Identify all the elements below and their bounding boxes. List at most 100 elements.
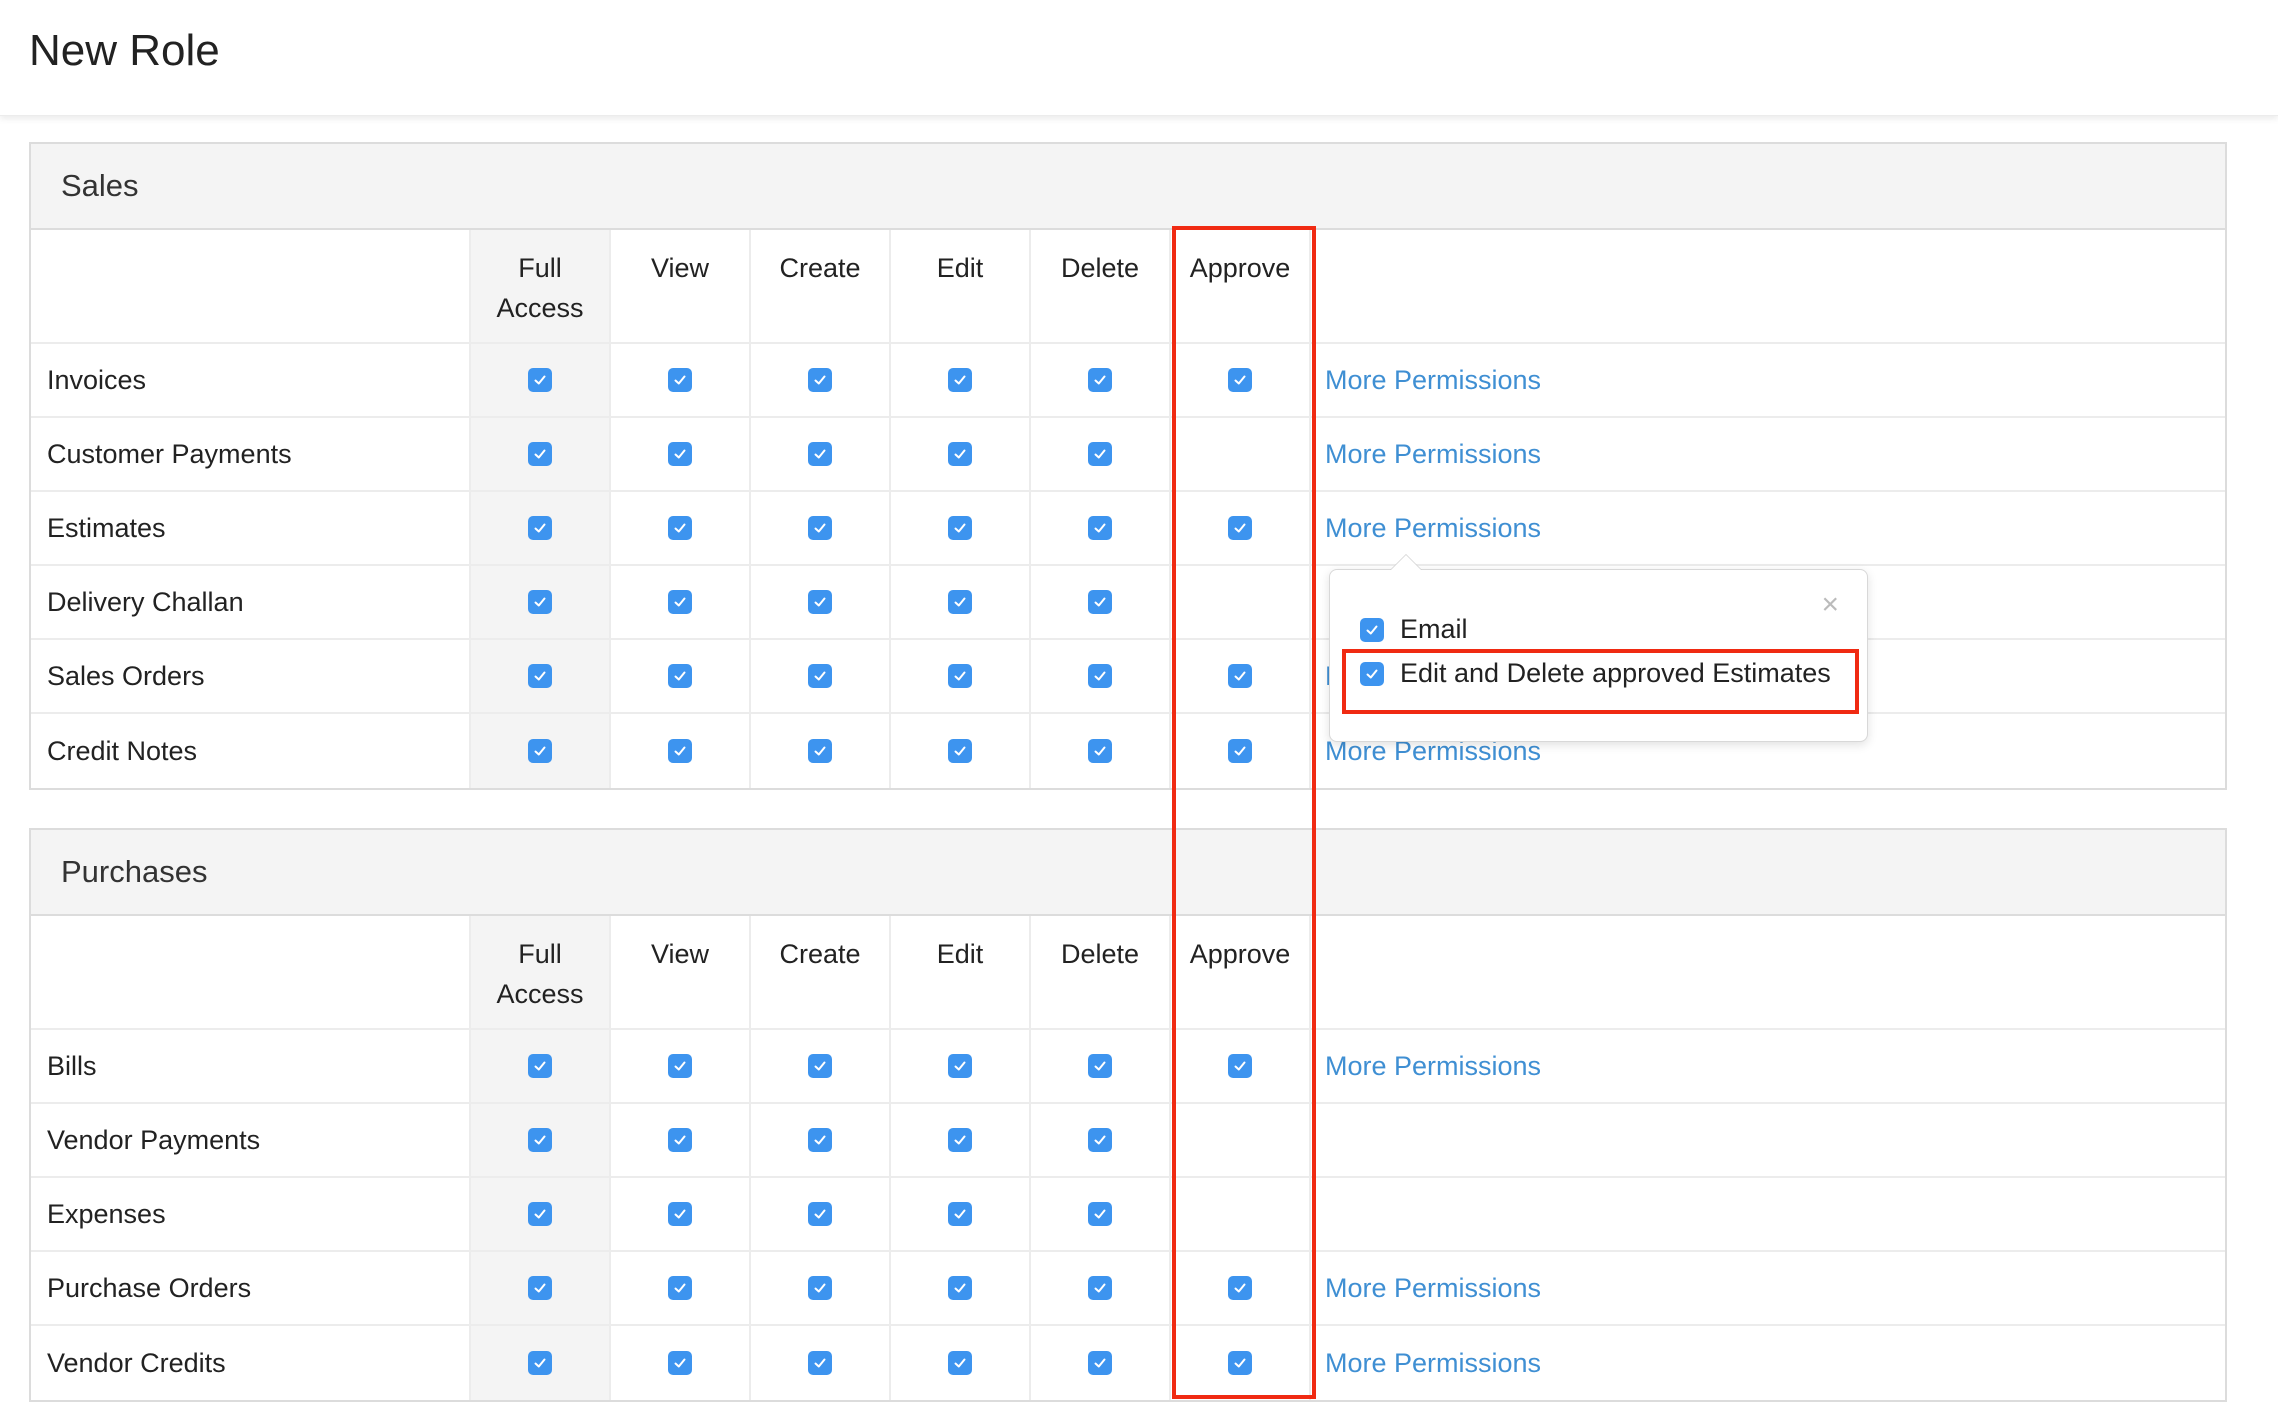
checkbox-full-access[interactable]	[528, 1128, 552, 1152]
close-icon[interactable]: ×	[1821, 590, 1839, 620]
checkbox-full-access[interactable]	[528, 1351, 552, 1375]
checkbox-edit[interactable]	[948, 1054, 972, 1078]
checkbox-edit[interactable]	[948, 590, 972, 614]
more-permissions-link[interactable]: More Permissions	[1325, 1273, 1541, 1304]
checkbox-approve[interactable]	[1228, 516, 1252, 540]
option-edit-delete-approved[interactable]: Edit and Delete approved Estimates	[1360, 658, 1831, 689]
checkbox-delete[interactable]	[1088, 664, 1112, 688]
checkbox-view[interactable]	[668, 1128, 692, 1152]
checkbox-full-access[interactable]	[528, 664, 552, 688]
check-icon	[674, 746, 686, 756]
more-permissions-link[interactable]: More Permissions	[1325, 513, 1541, 544]
checkbox-create[interactable]	[808, 368, 832, 392]
more-permissions-link[interactable]: More Permissions	[1325, 1348, 1541, 1379]
more-cell	[1311, 1178, 2225, 1250]
checkbox-view[interactable]	[668, 1276, 692, 1300]
option-email[interactable]: Email	[1360, 614, 1468, 645]
checkbox-delete[interactable]	[1088, 1128, 1112, 1152]
checkbox-create[interactable]	[808, 590, 832, 614]
checkbox-delete[interactable]	[1088, 1054, 1112, 1078]
check-icon	[1234, 671, 1246, 681]
check-icon	[1094, 449, 1106, 459]
checkbox-create[interactable]	[808, 1128, 832, 1152]
checkbox-view[interactable]	[668, 739, 692, 763]
purchases-section: Purchases Full Access View Create Edit Delete…	[29, 828, 2227, 1402]
check-icon	[1094, 671, 1106, 681]
permissions-grid: Full Access View Create Edit Delete Approve Bil…	[31, 916, 2225, 1400]
checkbox-view[interactable]	[668, 1202, 692, 1226]
checkbox-edit[interactable]	[948, 368, 972, 392]
checkbox-delete[interactable]	[1088, 516, 1112, 540]
checkbox-create[interactable]	[808, 1351, 832, 1375]
more-cell: More Permissions	[1311, 344, 2225, 416]
checkbox-full-access[interactable]	[528, 368, 552, 392]
checkbox-delete[interactable]	[1088, 368, 1112, 392]
checkbox-create[interactable]	[808, 1054, 832, 1078]
checkbox-full-access[interactable]	[528, 739, 552, 763]
permission-row-expenses: Expenses	[31, 1178, 2225, 1252]
checkbox-edit[interactable]	[948, 664, 972, 688]
cell-edit	[891, 492, 1031, 564]
cell-view	[611, 640, 751, 712]
checkbox-edit[interactable]	[948, 1351, 972, 1375]
more-permissions-link[interactable]: More Permissions	[1325, 1051, 1541, 1082]
column-header-create: Create	[751, 230, 891, 342]
checkbox-full-access[interactable]	[528, 1202, 552, 1226]
cell-view	[611, 492, 751, 564]
checkbox-create[interactable]	[808, 1202, 832, 1226]
check-icon	[1094, 1358, 1106, 1368]
more-permissions-link[interactable]: More Permissions	[1325, 365, 1541, 396]
checkbox-approve[interactable]	[1228, 1276, 1252, 1300]
checkbox-create[interactable]	[808, 739, 832, 763]
more-permissions-link[interactable]: More Permissions	[1325, 439, 1541, 470]
checkbox-create[interactable]	[808, 442, 832, 466]
checkbox-full-access[interactable]	[528, 1276, 552, 1300]
checkbox-full-access[interactable]	[528, 442, 552, 466]
checkbox-view[interactable]	[668, 590, 692, 614]
cell-approve	[1171, 418, 1311, 490]
checkbox-approve[interactable]	[1228, 1351, 1252, 1375]
checkbox-delete[interactable]	[1088, 739, 1112, 763]
checkbox-approve[interactable]	[1228, 368, 1252, 392]
check-icon	[534, 597, 546, 607]
checkbox-approve[interactable]	[1228, 1054, 1252, 1078]
checkbox-view[interactable]	[668, 442, 692, 466]
module-label: Purchase Orders	[31, 1252, 471, 1324]
checkbox-full-access[interactable]	[528, 1054, 552, 1078]
checkbox-full-access[interactable]	[528, 516, 552, 540]
checkbox-view[interactable]	[668, 1054, 692, 1078]
checkbox-create[interactable]	[808, 664, 832, 688]
cell-approve	[1171, 344, 1311, 416]
module-label: Bills	[31, 1030, 471, 1102]
checkbox-create[interactable]	[808, 1276, 832, 1300]
checkbox-delete[interactable]	[1088, 442, 1112, 466]
page-header: New Role	[0, 0, 2278, 116]
check-icon	[1234, 1061, 1246, 1071]
checkbox-checked-icon[interactable]	[1360, 617, 1384, 642]
checkbox-full-access[interactable]	[528, 590, 552, 614]
checkbox-delete[interactable]	[1088, 1351, 1112, 1375]
column-header-text: View	[650, 939, 710, 969]
checkbox-view[interactable]	[668, 516, 692, 540]
checkbox-edit[interactable]	[948, 739, 972, 763]
checkbox-approve[interactable]	[1228, 739, 1252, 763]
checkbox-delete[interactable]	[1088, 1202, 1112, 1226]
checkbox-view[interactable]	[668, 1351, 692, 1375]
check-icon	[954, 1135, 966, 1145]
check-icon	[674, 671, 686, 681]
checkbox-edit[interactable]	[948, 1128, 972, 1152]
checkbox-edit[interactable]	[948, 516, 972, 540]
column-header-text: Create	[779, 939, 861, 969]
checkbox-view[interactable]	[668, 368, 692, 392]
checkbox-checked-icon[interactable]	[1360, 661, 1384, 686]
checkbox-delete[interactable]	[1088, 1276, 1112, 1300]
checkbox-create[interactable]	[808, 516, 832, 540]
checkbox-approve[interactable]	[1228, 664, 1252, 688]
checkbox-delete[interactable]	[1088, 590, 1112, 614]
cell-view	[611, 714, 751, 788]
checkbox-edit[interactable]	[948, 1202, 972, 1226]
checkbox-edit[interactable]	[948, 442, 972, 466]
checkbox-view[interactable]	[668, 664, 692, 688]
checkbox-edit[interactable]	[948, 1276, 972, 1300]
cell-full-access	[471, 714, 611, 788]
